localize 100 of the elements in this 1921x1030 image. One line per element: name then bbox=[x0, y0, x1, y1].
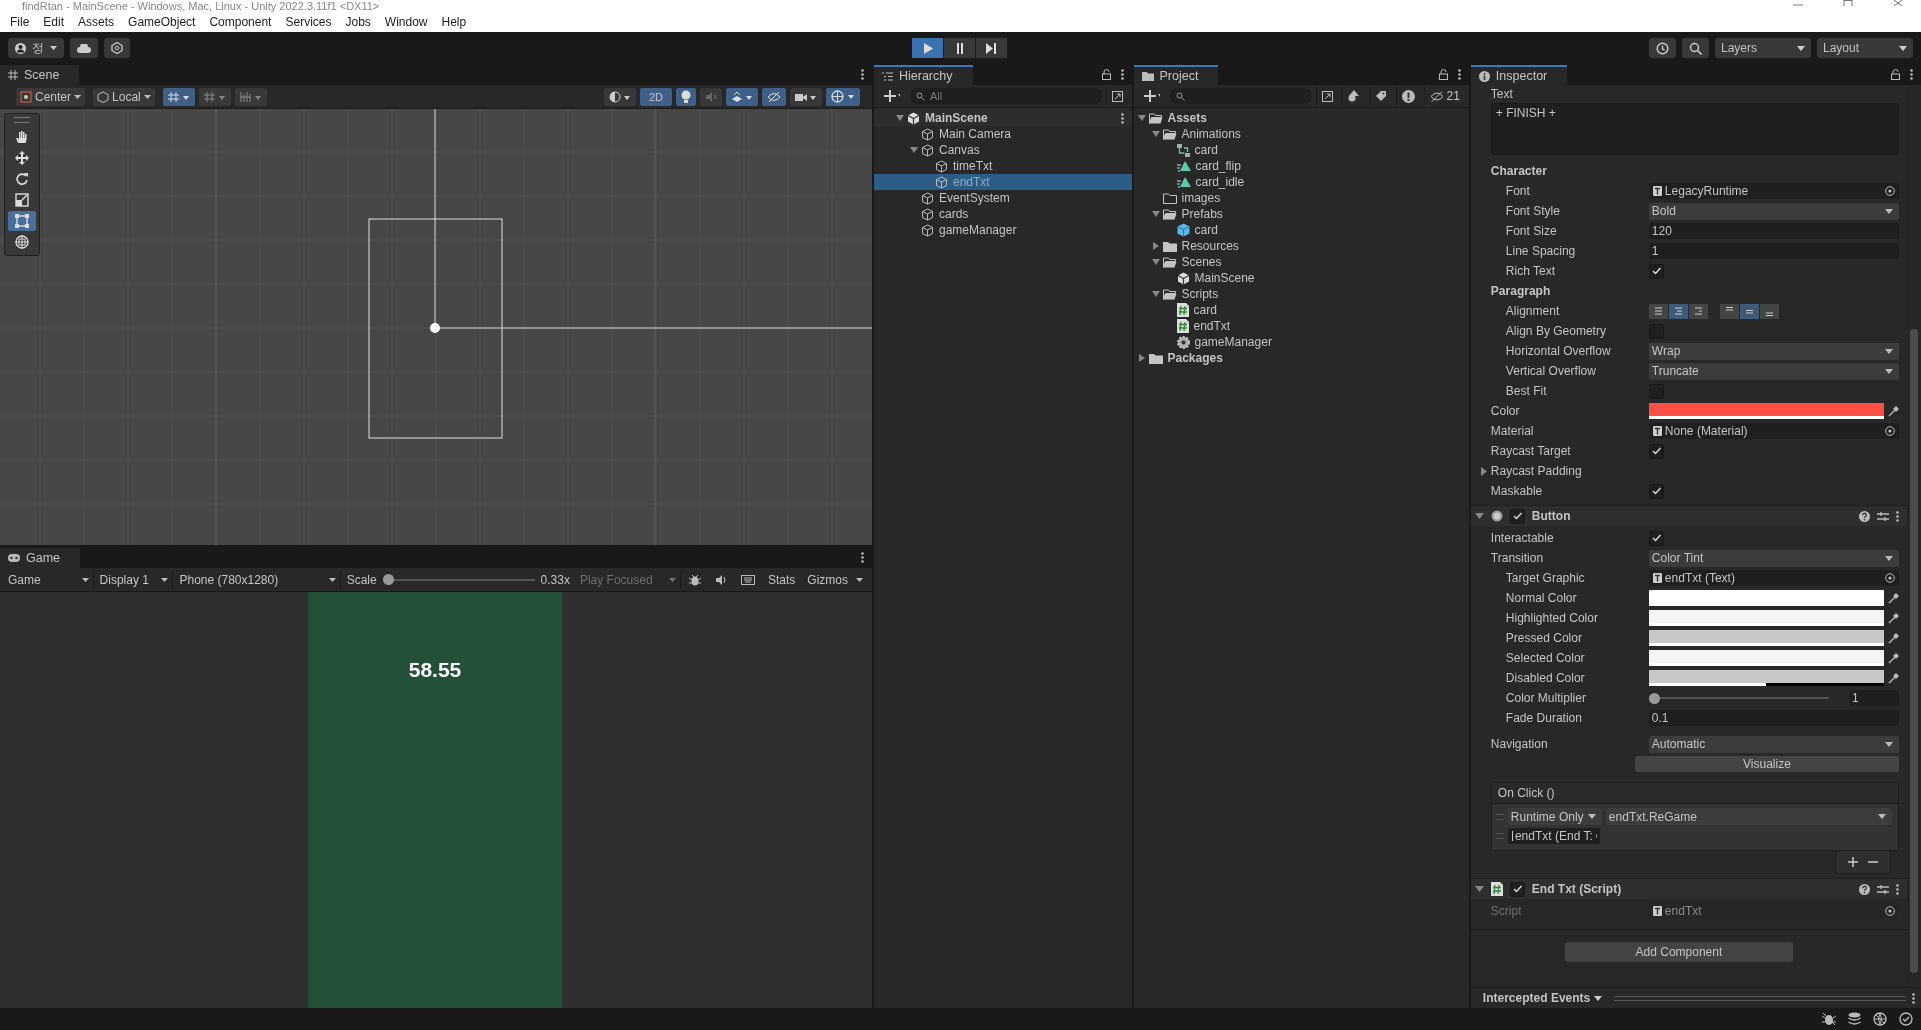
collapsed-arrow-icon[interactable] bbox=[1479, 466, 1488, 476]
eyedropper-icon[interactable] bbox=[1888, 672, 1899, 684]
expanded-arrow-icon[interactable] bbox=[1151, 130, 1160, 138]
inspector-tab[interactable]: Inspector bbox=[1470, 65, 1568, 85]
expanded-arrow-icon[interactable] bbox=[1474, 884, 1484, 894]
help-icon[interactable] bbox=[1859, 883, 1870, 895]
expanded-arrow-icon[interactable] bbox=[1474, 511, 1484, 521]
align-button[interactable] bbox=[1668, 303, 1688, 319]
history-button[interactable] bbox=[1649, 38, 1676, 58]
color-swatch[interactable] bbox=[1648, 670, 1884, 683]
project-item[interactable]: card_idle bbox=[1133, 174, 1469, 190]
dropdown[interactable]: Wrap bbox=[1648, 342, 1899, 360]
menu-item[interactable]: GameObject bbox=[122, 13, 204, 31]
menu-icon[interactable] bbox=[1120, 69, 1124, 80]
hierarchy-item[interactable]: EventSystem bbox=[874, 190, 1132, 206]
resolution-dropdown[interactable]: Phone (780x1280) bbox=[175, 570, 341, 589]
checkbox[interactable] bbox=[1648, 263, 1664, 279]
object-field[interactable]: endTxt (End T: bbox=[1507, 828, 1600, 844]
layers-dropdown[interactable]: Layers bbox=[1715, 38, 1811, 58]
menu-item[interactable]: Assets bbox=[72, 13, 123, 31]
check-circle-icon[interactable] bbox=[1899, 1012, 1913, 1026]
sliders-icon[interactable] bbox=[1877, 510, 1889, 522]
gizmos-dropdown[interactable] bbox=[826, 87, 860, 106]
checkbox[interactable] bbox=[1648, 443, 1664, 459]
network-icon[interactable] bbox=[1873, 1012, 1887, 1026]
menu-icon[interactable] bbox=[1912, 992, 1915, 1004]
project-item[interactable]: card_flip bbox=[1133, 158, 1469, 174]
runtime-dropdown[interactable]: Runtime Only bbox=[1507, 808, 1602, 825]
hidden-count-button[interactable]: 21 bbox=[1423, 87, 1465, 105]
audio-toggle[interactable] bbox=[700, 87, 722, 106]
function-dropdown[interactable]: endTxt.ReGame bbox=[1605, 808, 1892, 825]
checkbox[interactable] bbox=[1648, 483, 1664, 499]
search-button[interactable] bbox=[1682, 38, 1709, 58]
menu-icon[interactable] bbox=[1120, 112, 1124, 124]
color-swatch[interactable] bbox=[1648, 650, 1884, 663]
eyedropper-icon[interactable] bbox=[1888, 632, 1899, 644]
hierarchy-item[interactable]: MainScene bbox=[874, 110, 1132, 126]
menu-item[interactable]: Services bbox=[279, 13, 340, 31]
enable-checkbox[interactable] bbox=[1509, 508, 1525, 524]
checkbox[interactable] bbox=[1648, 530, 1664, 546]
search-field[interactable]: All bbox=[910, 88, 1102, 104]
project-item[interactable]: Assets bbox=[1133, 110, 1469, 126]
database-icon[interactable] bbox=[1848, 1012, 1861, 1026]
maximize-icon[interactable] bbox=[1843, 0, 1853, 6]
expanded-arrow-icon[interactable] bbox=[896, 114, 904, 122]
align-button[interactable] bbox=[1759, 303, 1779, 319]
color-swatch[interactable] bbox=[1648, 403, 1884, 416]
settings-button[interactable] bbox=[104, 38, 130, 58]
target-icon[interactable] bbox=[1885, 426, 1895, 436]
camera-dropdown[interactable] bbox=[790, 87, 822, 106]
lock-icon[interactable] bbox=[1438, 69, 1448, 80]
project-item[interactable]: Scripts bbox=[1133, 286, 1469, 302]
dropdown[interactable]: Color Tint bbox=[1648, 549, 1899, 567]
close-icon[interactable] bbox=[1893, 0, 1903, 6]
2d-toggle[interactable]: 2D bbox=[640, 87, 672, 106]
object-field[interactable]: LegacyRuntime bbox=[1648, 183, 1899, 199]
menu-icon[interactable] bbox=[1910, 69, 1913, 80]
account-button[interactable]: 정 bbox=[8, 38, 64, 58]
collapsed-arrow-icon[interactable] bbox=[1137, 354, 1146, 362]
eyedropper-icon[interactable] bbox=[1888, 592, 1899, 604]
intercepted-events-dropdown[interactable]: Intercepted Events bbox=[1476, 990, 1609, 1006]
expanded-arrow-icon[interactable] bbox=[910, 146, 918, 154]
menu-item[interactable]: Window bbox=[378, 13, 436, 31]
sliders-icon[interactable] bbox=[1877, 883, 1889, 895]
pivot-dropdown[interactable]: Center bbox=[16, 87, 86, 106]
color-swatch[interactable] bbox=[1648, 590, 1884, 603]
number-field[interactable]: 1 bbox=[1849, 690, 1899, 706]
dropdown[interactable]: Bold bbox=[1648, 202, 1899, 220]
visibility-toggle[interactable] bbox=[762, 87, 786, 106]
project-item[interactable]: card bbox=[1133, 222, 1469, 238]
layout-dropdown[interactable]: Layout bbox=[1817, 38, 1913, 58]
visualize-button[interactable]: Visualize bbox=[1634, 756, 1899, 772]
menu-icon[interactable] bbox=[861, 69, 864, 80]
hierarchy-tab[interactable]: Hierarchy bbox=[874, 65, 973, 85]
project-item[interactable]: gameManager bbox=[1133, 334, 1469, 350]
expanded-arrow-icon[interactable] bbox=[1151, 210, 1160, 218]
scene-tab[interactable]: Scene bbox=[0, 65, 80, 85]
menu-item[interactable]: Jobs bbox=[339, 13, 379, 31]
menu-item[interactable]: Edit bbox=[37, 13, 73, 31]
object-field[interactable]: endTxt (Text) bbox=[1648, 570, 1899, 586]
project-item[interactable]: images bbox=[1133, 190, 1469, 206]
game-tab[interactable]: Game bbox=[0, 548, 81, 568]
number-field[interactable]: 0.1 bbox=[1648, 710, 1899, 726]
lock-icon[interactable] bbox=[1891, 69, 1900, 80]
project-item[interactable]: Animations bbox=[1133, 126, 1469, 142]
cloud-button[interactable] bbox=[70, 38, 98, 58]
eyedropper-icon[interactable] bbox=[1888, 405, 1899, 417]
project-item[interactable]: Packages bbox=[1133, 350, 1469, 366]
foldout-label[interactable]: Raycast Padding bbox=[1478, 464, 1649, 478]
align-button[interactable] bbox=[1739, 303, 1759, 319]
project-item[interactable]: Prefabs bbox=[1133, 206, 1469, 222]
display-dropdown[interactable]: Display 1 bbox=[95, 570, 174, 589]
target-icon[interactable] bbox=[1885, 186, 1895, 196]
lighting-toggle[interactable] bbox=[676, 87, 696, 106]
expanded-arrow-icon[interactable] bbox=[1137, 114, 1146, 122]
dropdown[interactable]: Automatic bbox=[1648, 735, 1899, 753]
expanded-arrow-icon[interactable] bbox=[1151, 290, 1160, 298]
menu-icon[interactable] bbox=[1457, 69, 1461, 80]
menu-item[interactable]: File bbox=[4, 13, 38, 31]
align-button[interactable] bbox=[1719, 303, 1739, 319]
